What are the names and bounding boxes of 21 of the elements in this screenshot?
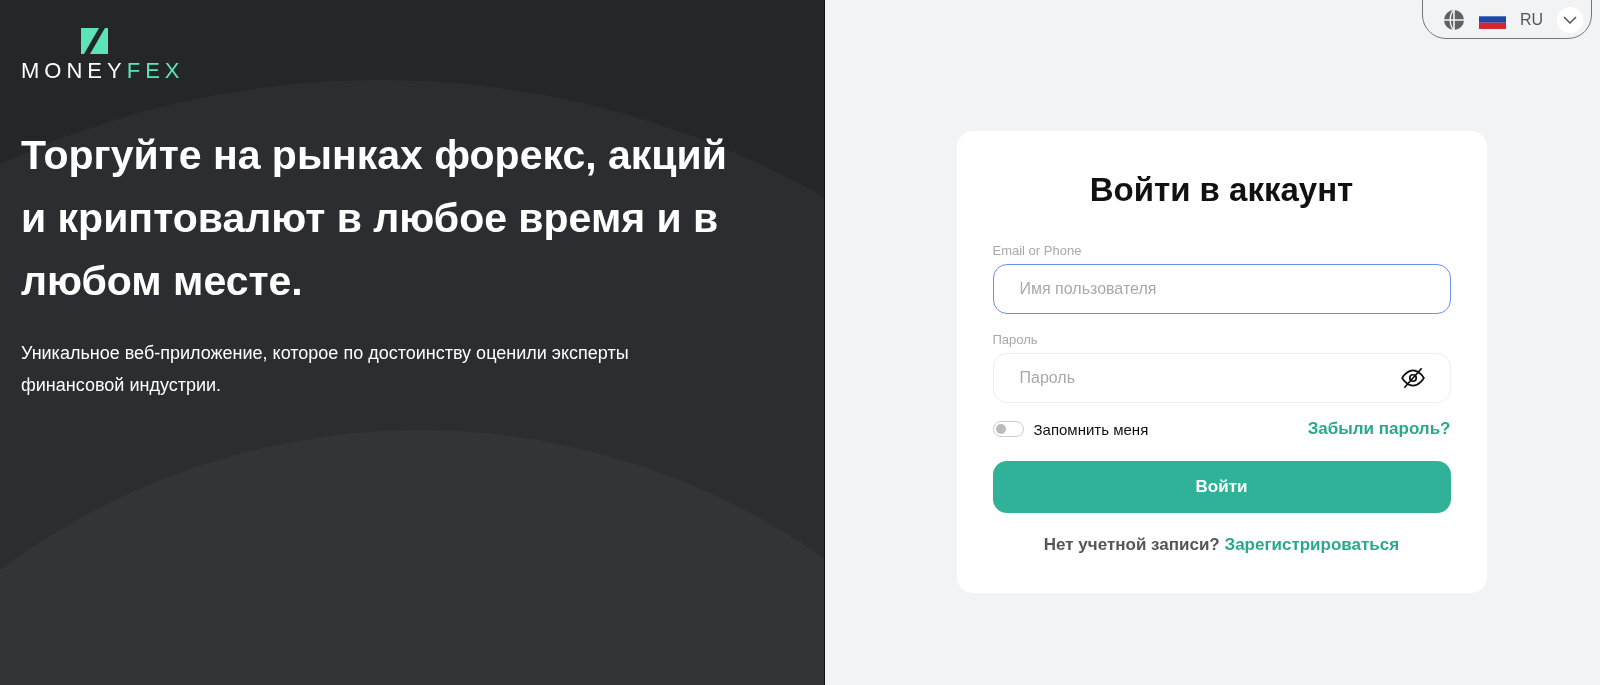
signup-link[interactable]: Зарегистрироваться <box>1224 535 1400 554</box>
login-title: Войти в аккаунт <box>1088 171 1355 209</box>
globe-icon <box>1442 8 1465 31</box>
signup-prompt: Нет учетной записи? Зарегистрироваться <box>1042 535 1401 555</box>
remember-label: Запомнить меня <box>1033 420 1149 438</box>
login-button[interactable]: Войти <box>992 461 1451 513</box>
forgot-password-link[interactable]: Забыли пароль? <box>1307 419 1451 439</box>
headline: Торгуйте на рынках форекс, акций и криптовалют в любое время и в любом месте. <box>21 131 728 306</box>
username-input[interactable]: Имя пользователя <box>1017 279 1426 299</box>
eye-slash-icon[interactable] <box>1399 365 1426 391</box>
username-field[interactable]: Имя пользователя <box>992 264 1451 314</box>
field-label: Пароль <box>992 332 1039 347</box>
password-input[interactable]: Пароль <box>1017 368 1400 388</box>
password-field[interactable]: Пароль <box>992 353 1451 403</box>
logo-text: MONEY FEX <box>21 60 185 82</box>
subtitle: Уникальное веб-приложение, которое по достоинству оценили эксперты финансовой индустрии. <box>21 342 630 397</box>
field-label: Email or Phone <box>992 243 1083 258</box>
logo-icon <box>81 28 108 54</box>
chevron-down-icon <box>1563 15 1577 24</box>
language-selector[interactable]: RU <box>1421 0 1592 39</box>
remember-toggle[interactable] <box>992 421 1024 437</box>
